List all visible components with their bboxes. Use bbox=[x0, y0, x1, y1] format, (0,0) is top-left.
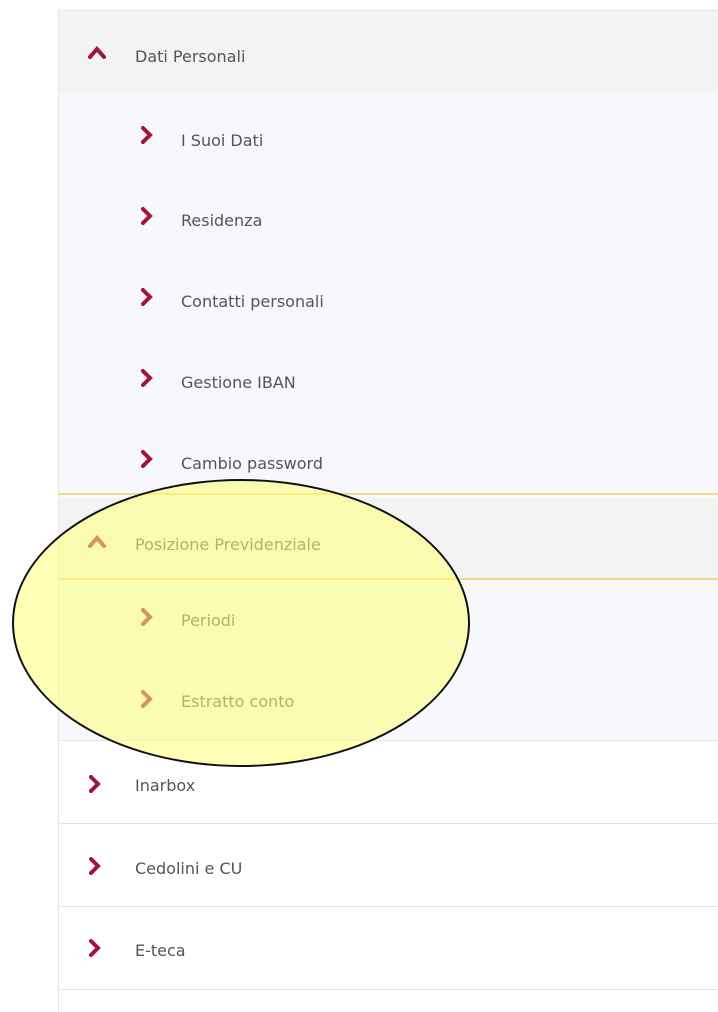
menu-item-label: E-teca bbox=[135, 941, 186, 960]
chevron-right-icon bbox=[141, 369, 153, 387]
chevron-right-icon bbox=[141, 126, 153, 144]
sidebar-menu: Dati Personali I Suoi Dati Residenza Con… bbox=[58, 10, 718, 1012]
menu-item-cedolini-e-cu[interactable]: Cedolini e CU bbox=[59, 823, 718, 906]
chevron-right-icon bbox=[141, 608, 153, 626]
menu-item-e-teca[interactable]: E-teca bbox=[59, 906, 718, 989]
submenu-item-label: Contatti personali bbox=[181, 292, 324, 311]
menu-item-next bbox=[59, 989, 718, 1012]
submenu-item-label: Estratto conto bbox=[181, 692, 295, 711]
submenu-item-contatti-personali[interactable]: Contatti personali bbox=[59, 255, 718, 336]
chevron-right-icon bbox=[141, 690, 153, 708]
menu-item-inarbox[interactable]: Inarbox bbox=[59, 740, 718, 823]
section-label: Dati Personali bbox=[135, 47, 246, 66]
submenu-item-i-suoi-dati[interactable]: I Suoi Dati bbox=[59, 93, 718, 174]
submenu-item-label: I Suoi Dati bbox=[181, 131, 264, 150]
menu-item-label: Cedolini e CU bbox=[135, 859, 243, 878]
chevron-right-icon bbox=[89, 939, 101, 957]
submenu-item-periodi[interactable]: Periodi bbox=[59, 580, 718, 661]
chevron-right-icon bbox=[141, 450, 153, 468]
highlight-border-bottom bbox=[58, 578, 718, 580]
chevron-right-icon bbox=[141, 288, 153, 306]
submenu-item-label: Cambio password bbox=[181, 454, 323, 473]
chevron-up-icon bbox=[88, 45, 106, 59]
submenu-item-label: Residenza bbox=[181, 211, 263, 230]
submenu-item-residenza[interactable]: Residenza bbox=[59, 174, 718, 255]
highlight-border-top bbox=[58, 493, 718, 495]
submenu-item-label: Periodi bbox=[181, 611, 236, 630]
submenu-item-gestione-iban[interactable]: Gestione IBAN bbox=[59, 336, 718, 417]
chevron-right-icon bbox=[141, 207, 153, 225]
submenu-dati-personali: I Suoi Dati Residenza Contatti personali… bbox=[59, 93, 718, 498]
page: Dati Personali I Suoi Dati Residenza Con… bbox=[0, 0, 718, 1012]
menu-item-label: Inarbox bbox=[135, 776, 196, 795]
submenu-item-label: Gestione IBAN bbox=[181, 373, 296, 392]
chevron-right-icon bbox=[89, 857, 101, 875]
chevron-up-icon bbox=[88, 534, 106, 548]
section-header-posizione-previdenziale[interactable]: Posizione Previdenziale bbox=[59, 498, 718, 580]
section-header-dati-personali[interactable]: Dati Personali bbox=[59, 11, 718, 93]
submenu-item-cambio-password[interactable]: Cambio password bbox=[59, 417, 718, 498]
submenu-item-estratto-conto[interactable]: Estratto conto bbox=[59, 661, 718, 740]
submenu-posizione-previdenziale: Periodi Estratto conto bbox=[59, 580, 718, 740]
chevron-right-icon bbox=[89, 775, 101, 793]
section-label: Posizione Previdenziale bbox=[135, 535, 321, 554]
